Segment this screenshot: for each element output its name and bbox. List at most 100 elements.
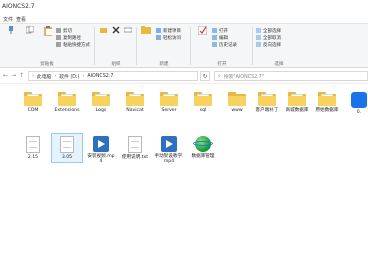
folder-item[interactable]: 客户端补丁 (252, 92, 282, 113)
item-label: Extensions (54, 108, 80, 113)
folder-item[interactable]: sql (188, 92, 218, 113)
open-icon (212, 28, 217, 33)
breadcrumb-current-folder[interactable]: AIONCS2.7 (87, 74, 113, 79)
history-button[interactable]: 历史记录 (212, 41, 237, 48)
app-item[interactable]: 数据库管理 (188, 136, 218, 159)
new-item-button[interactable]: 新建项目 (156, 27, 181, 34)
folder-item[interactable]: Extensions (52, 92, 82, 113)
folder-item[interactable]: 原始数据库 (312, 92, 342, 113)
paste-button[interactable] (40, 26, 56, 38)
search-input[interactable]: ⌕ 搜索"AIONCS2.7" (214, 71, 368, 81)
new-group: 新建项目 轻松访问 新建 (138, 24, 190, 68)
easy-access-label: 轻松访问 (163, 35, 181, 41)
folder-icon (160, 92, 178, 106)
easy-access-icon (156, 35, 161, 40)
easy-access-button[interactable]: 轻松访问 (156, 34, 181, 41)
divider (252, 27, 253, 65)
copy-icon (26, 26, 34, 34)
folder-item[interactable]: 商城数据库 (282, 92, 312, 113)
cut-button[interactable]: 剪切 (56, 27, 72, 34)
up-arrow-icon[interactable]: ↑ (19, 72, 24, 79)
select-all-button[interactable]: 全部选择 (256, 27, 281, 34)
move-to-icon (100, 28, 107, 33)
chevron-right-icon: › (32, 73, 34, 79)
item-label: 2.15 (27, 155, 39, 160)
clipboard-group-label: 剪贴板 (40, 62, 54, 67)
folder-icon (194, 92, 212, 106)
properties-icon (197, 26, 207, 35)
item-label: 安装视频.mp4 (87, 154, 115, 165)
edit-icon (212, 35, 217, 40)
ribbon-tabs: 文件 查看 (0, 14, 368, 24)
edit-label: 编辑 (219, 35, 228, 41)
folder-item[interactable]: Server (154, 92, 184, 113)
folder-icon (24, 92, 42, 106)
video-icon (161, 136, 177, 152)
title-bar: AIONCS2.7 (0, 0, 368, 14)
item-label: 使用说明.txt (121, 155, 149, 160)
organize-group-label: 组织 (111, 62, 121, 67)
new-item-label: 新建项目 (163, 28, 181, 34)
video-icon (93, 136, 109, 152)
back-arrow-icon[interactable]: ← (3, 72, 8, 79)
open-button[interactable]: 打开 (212, 27, 228, 34)
folder-icon (258, 92, 276, 106)
address-row: ← → ↑ › 此电脑 › 软件 (D:) › AIONCS2.7 ↻ ⌕ 搜索… (0, 68, 368, 84)
new-folder-button[interactable] (138, 26, 154, 36)
breadcrumb-drive-d[interactable]: 软件 (D:) (59, 73, 79, 80)
item-label: 0. (356, 110, 362, 115)
invert-selection-icon (256, 42, 261, 47)
select-none-button[interactable]: 全部取消 (256, 34, 281, 41)
folder-item[interactable]: COM (18, 92, 48, 113)
edit-button[interactable]: 编辑 (212, 34, 228, 41)
open-group-label: 打开 (217, 62, 227, 67)
folder-item[interactable]: Navicat (120, 92, 150, 113)
forward-arrow-icon[interactable]: → (11, 72, 16, 79)
navigation-pane (0, 84, 6, 276)
video-file-item[interactable]: 手动架设教学.mp4 (154, 136, 184, 164)
select-all-icon (256, 28, 261, 33)
rename-icon (124, 27, 132, 33)
file-list: COM Extensions Logs Navicat Server sql w… (0, 84, 368, 276)
invert-selection-button[interactable]: 反向选择 (256, 41, 281, 48)
cut-label: 剪切 (63, 28, 72, 34)
rename-button[interactable] (120, 26, 136, 36)
folder-icon (288, 92, 306, 106)
new-item-icon (156, 28, 161, 33)
text-file-icon (128, 136, 142, 153)
window-title: AIONCS2.7 (2, 3, 35, 10)
new-group-label: 新建 (159, 62, 169, 67)
folder-icon (58, 92, 76, 106)
address-bar[interactable]: › 此电脑 › 软件 (D:) › AIONCS2.7 (28, 71, 198, 81)
copy-button[interactable] (22, 26, 38, 36)
copy-path-button[interactable]: 复制路径 (56, 34, 81, 41)
pin-quick-access-button[interactable] (3, 26, 19, 36)
refresh-icon[interactable]: ↻ (200, 71, 210, 81)
folder-item[interactable]: www (222, 92, 252, 113)
database-manager-icon (193, 136, 213, 152)
clipboard-group: 剪切 复制路径 粘贴快捷方式 剪贴板 (0, 24, 94, 68)
file-icon (60, 136, 74, 153)
history-icon (212, 42, 217, 47)
file-item-selected[interactable]: 3.05 (52, 136, 82, 160)
paste-shortcut-button[interactable]: 粘贴快捷方式 (56, 41, 90, 48)
file-item[interactable]: 2.15 (18, 136, 48, 160)
folder-icon (92, 92, 110, 106)
tab-view[interactable]: 查看 (16, 16, 26, 23)
properties-button[interactable] (194, 26, 210, 37)
ribbon: 剪切 复制路径 粘贴快捷方式 剪贴板 组织 新建项目 轻松访问 新建 打开 编辑 (0, 24, 368, 68)
app-item[interactable]: 0. (350, 92, 368, 115)
tab-file[interactable]: 文件 (3, 16, 13, 23)
search-icon: ⌕ (218, 73, 221, 79)
video-file-item[interactable]: 安装视频.mp4 (86, 136, 116, 164)
item-label: Server (161, 108, 177, 113)
text-file-item[interactable]: 使用说明.txt (120, 136, 150, 160)
search-placeholder: 搜索"AIONCS2.7" (223, 74, 264, 80)
open-label: 打开 (219, 28, 228, 34)
item-label: 原始数据库 (315, 108, 339, 113)
folder-icon (126, 92, 144, 106)
clipboard-icon (44, 26, 52, 36)
divider (136, 27, 137, 65)
folder-item[interactable]: Logs (86, 92, 116, 113)
breadcrumb-this-pc[interactable]: 此电脑 (37, 73, 51, 80)
